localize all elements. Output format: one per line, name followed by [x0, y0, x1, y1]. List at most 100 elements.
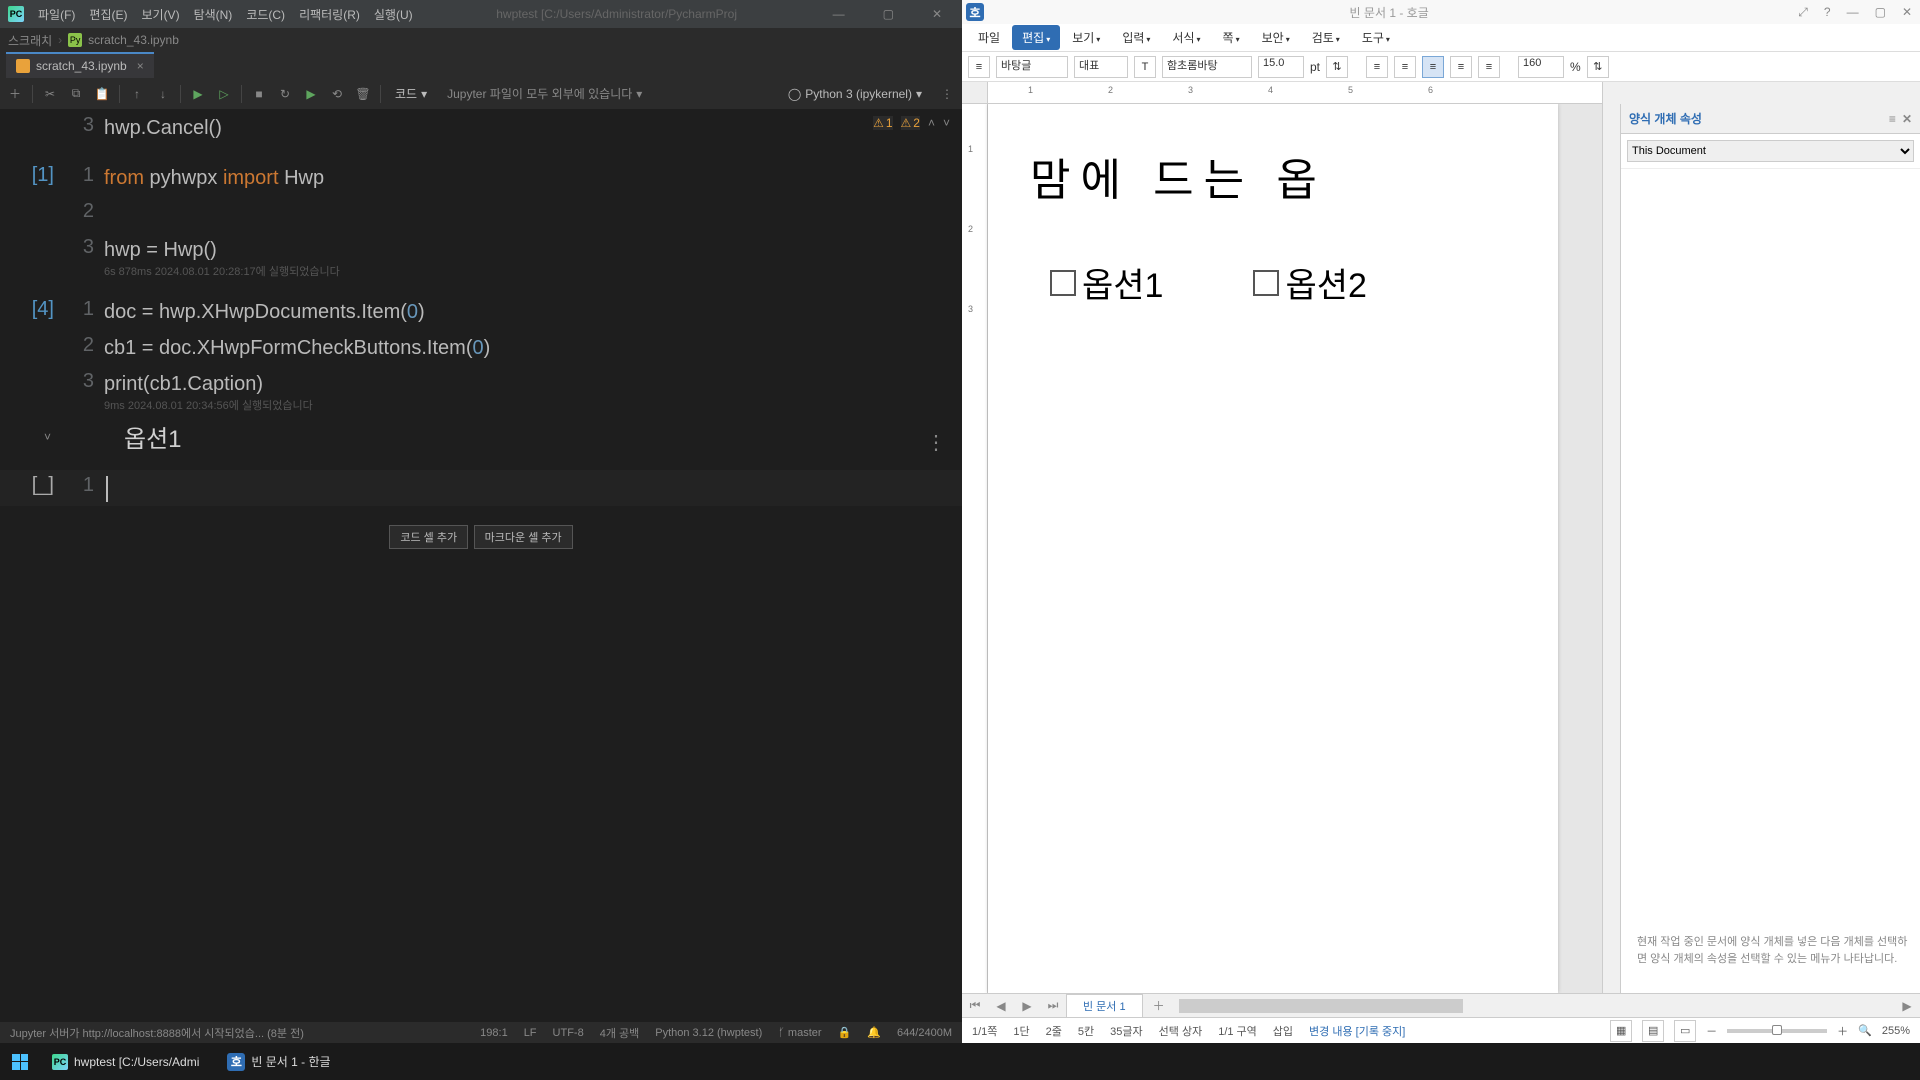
status-caret-pos[interactable]: 198:1 [480, 1027, 508, 1039]
horizontal-scrollbar[interactable] [1179, 999, 1890, 1013]
menu-file[interactable]: 파일 [968, 25, 1010, 50]
cell-type-dropdown[interactable]: 코드 ▾ [389, 83, 433, 104]
run-all-icon[interactable]: ▶ [302, 85, 320, 103]
add-markdown-cell-button[interactable]: 마크다운 셀 추가 [474, 525, 573, 549]
checkbox-icon[interactable] [1050, 270, 1076, 296]
form-checkbox-2[interactable]: 옵션2 [1253, 258, 1366, 307]
font-size-input[interactable]: 15.0 [1258, 56, 1304, 78]
start-button[interactable] [6, 1048, 34, 1076]
menu-navigate[interactable]: 탐색(N) [194, 6, 233, 23]
menu-edit[interactable]: 편집▾ [1012, 25, 1060, 50]
panel-close-icon[interactable]: ✕ [1902, 112, 1912, 126]
status-eol[interactable]: LF [524, 1027, 537, 1039]
status-track-changes[interactable]: 변경 내용 [기록 중지] [1309, 1023, 1405, 1039]
code-cell-1-line2[interactable]: 2 [0, 196, 962, 232]
zoom-out-icon[interactable]: － [1706, 1023, 1717, 1039]
status-interpreter[interactable]: Python 3.12 (hwptest) [655, 1027, 762, 1039]
view-mode-icon[interactable]: ▭ [1674, 1020, 1696, 1042]
output-more-icon[interactable]: ⋮ [926, 430, 946, 455]
para-dropdown[interactable]: 대표 [1074, 56, 1128, 78]
tab-next-icon[interactable]: ▶ [1014, 999, 1040, 1013]
vertical-scrollbar[interactable] [1602, 104, 1620, 993]
delete-cell-icon[interactable]: 🗑 [354, 85, 372, 103]
view-mode-icon[interactable]: ▤ [1642, 1020, 1664, 1042]
weak-warnings-badge[interactable]: ⚠ 2 [901, 116, 920, 130]
maximize-button[interactable]: ▢ [1871, 5, 1890, 20]
close-button[interactable]: ✕ [920, 7, 954, 21]
tab-close-icon[interactable]: × [137, 59, 144, 73]
warnings-badge[interactable]: ⚠ 1 [873, 116, 892, 130]
collapse-icon[interactable]: ˄ [928, 116, 935, 130]
status-zoom[interactable]: 255% [1882, 1025, 1910, 1037]
crumb-file[interactable]: scratch_43.ipynb [88, 33, 179, 47]
align-justify-icon[interactable]: ≡ [1422, 56, 1444, 78]
vertical-ruler[interactable]: 12 3 [962, 104, 988, 993]
status-indent[interactable]: 4개 공백 [600, 1025, 640, 1041]
run-cell-icon[interactable]: ▶ [189, 85, 207, 103]
tab-first-icon[interactable]: ⏮ [962, 998, 988, 1013]
notebook-editor[interactable]: ⚠ 1 ⚠ 2 ˄ ˅ 3 hwp.Cancel() [1] 1 from py… [0, 110, 962, 1021]
crumb-root[interactable]: 스크래치 [8, 32, 52, 49]
para-style-icon[interactable]: ≡ [968, 56, 990, 78]
zoom-fit-icon[interactable]: 🔍 [1858, 1024, 1872, 1037]
panel-scope-dropdown[interactable]: This Document [1627, 140, 1914, 162]
zoom-input[interactable]: 160 [1518, 56, 1564, 78]
view-mode-icon[interactable]: ▦ [1610, 1020, 1632, 1042]
menu-page[interactable]: 쪽▾ [1213, 25, 1250, 50]
status-branch[interactable]: ᚶ master [778, 1027, 821, 1039]
document-heading[interactable]: 맘에 드는 옵 [1030, 144, 1516, 208]
menu-code[interactable]: 코드(C) [246, 6, 285, 23]
code-cell-prev[interactable]: 3 hwp.Cancel() [0, 110, 962, 146]
code-cell-4[interactable]: [4] 1 doc = hwp.XHwpDocuments.Item(0) [0, 294, 962, 330]
minimize-button[interactable]: — [1843, 5, 1863, 20]
checkbox-icon[interactable] [1253, 270, 1279, 296]
add-code-cell-button[interactable]: 코드 셀 추가 [389, 525, 468, 549]
code-cell-4-line2[interactable]: 2 cb1 = doc.XHwpFormCheckButtons.Item(0) [0, 330, 962, 366]
menu-view[interactable]: 보기▾ [1062, 25, 1110, 50]
zoom-in-icon[interactable]: ＋ [1837, 1023, 1848, 1039]
align-center-icon[interactable]: ≡ [1394, 56, 1416, 78]
menu-input[interactable]: 입력▾ [1112, 25, 1160, 50]
style-dropdown[interactable]: 바탕글 [996, 56, 1068, 78]
min-icon[interactable]: ⤢ [1794, 5, 1812, 20]
menu-run[interactable]: 실행(U) [374, 6, 413, 23]
add-document-tab[interactable]: ＋ [1143, 997, 1175, 1014]
restart-icon[interactable]: ↻ [276, 85, 294, 103]
menu-review[interactable]: 검토▾ [1302, 25, 1350, 50]
menu-view[interactable]: 보기(V) [141, 6, 179, 23]
kernel-selector[interactable]: ◯ Python 3 (ipykernel) ▾ [782, 85, 928, 103]
menu-tools[interactable]: 도구▾ [1352, 25, 1400, 50]
minimize-button[interactable]: — [821, 7, 857, 21]
more-icon[interactable]: ⋮ [938, 85, 956, 103]
document-area[interactable]: 맘에 드는 옵 옵션1 옵션2 [988, 104, 1602, 993]
bell-icon[interactable]: 🔔 [867, 1026, 881, 1039]
expand-icon[interactable]: ˅ [943, 116, 950, 130]
add-cell-icon[interactable]: ＋ [6, 85, 24, 103]
cut-icon[interactable]: ✂ [41, 85, 59, 103]
code-cell-1[interactable]: [1] 1 from pyhwpx import Hwp [0, 160, 962, 196]
status-encoding[interactable]: UTF-8 [553, 1027, 584, 1039]
scroll-right-icon[interactable]: ▶ [1894, 999, 1920, 1013]
font-icon[interactable]: T [1134, 56, 1156, 78]
status-page[interactable]: 1/1쪽 [972, 1023, 997, 1039]
close-button[interactable]: ✕ [1898, 5, 1916, 20]
copy-icon[interactable]: ⧉ [67, 85, 85, 103]
menu-refactor[interactable]: 리팩터링(R) [299, 6, 360, 23]
align-right-icon[interactable]: ≡ [1450, 56, 1472, 78]
panel-menu-icon[interactable]: ≡ [1889, 112, 1896, 126]
document-tab[interactable]: 빈 문서 1 [1066, 994, 1143, 1017]
debug-cell-icon[interactable]: ▷ [215, 85, 233, 103]
horizontal-ruler[interactable]: 12 34 56 [988, 82, 1602, 104]
taskbar-app-hangul[interactable]: 호 빈 문서 1 - 한글 [217, 1049, 340, 1075]
zoom-slider[interactable] [1727, 1029, 1827, 1033]
menu-edit[interactable]: 편집(E) [89, 6, 127, 23]
status-mode[interactable]: 삽입 [1273, 1023, 1293, 1039]
document-page[interactable]: 맘에 드는 옵 옵션1 옵션2 [988, 104, 1558, 993]
status-memory[interactable]: 644/2400M [897, 1027, 952, 1039]
size-spinner-icon[interactable]: ⇅ [1326, 56, 1348, 78]
lock-icon[interactable]: 🔒 [838, 1026, 852, 1039]
menu-format[interactable]: 서식▾ [1162, 25, 1210, 50]
code-cell-4-line3[interactable]: 3 print(cb1.Caption) 9ms 2024.08.01 20:3… [0, 366, 962, 418]
maximize-button[interactable]: ▢ [871, 7, 906, 21]
help-icon[interactable]: ? [1820, 5, 1835, 20]
